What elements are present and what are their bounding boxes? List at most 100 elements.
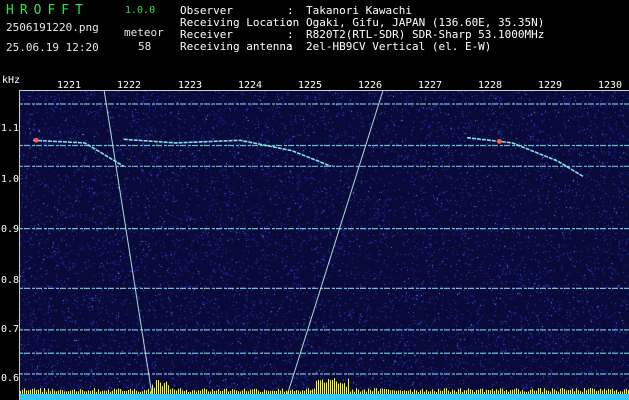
meter-bar: [96, 391, 97, 394]
meter-bar: [572, 388, 573, 394]
meter-bar: [558, 391, 559, 394]
meter-bar: [466, 390, 467, 394]
meter-bar: [470, 389, 471, 394]
meter-bar: [546, 390, 547, 394]
meter-bar: [362, 390, 363, 394]
meter-bar: [338, 383, 339, 394]
meter-bar: [420, 390, 421, 394]
meter-bar: [152, 384, 153, 394]
meteor-trace: [123, 138, 332, 168]
x-tick-label: 1224: [238, 80, 263, 91]
meter-bar: [176, 390, 177, 394]
meter-bar: [528, 391, 529, 394]
meter-bar: [326, 382, 327, 394]
meter-bar: [158, 380, 159, 394]
meter-bar: [520, 391, 521, 394]
meter-bar: [508, 391, 509, 394]
meter-bar: [258, 390, 259, 394]
meter-bar: [310, 390, 311, 394]
meter-bar: [106, 390, 107, 394]
meter-bar: [564, 388, 565, 394]
meter-bar: [334, 378, 335, 394]
meter-bar: [274, 390, 275, 394]
meter-bar: [58, 390, 59, 394]
meter-bar: [602, 390, 603, 394]
receiver-key: Receiver: [180, 28, 233, 41]
meter-bar: [82, 390, 83, 394]
meter-bar: [510, 390, 511, 394]
meter-bar: [538, 388, 539, 394]
meter-bar: [458, 388, 459, 394]
meter-bar: [242, 390, 243, 394]
meter-bar: [626, 388, 627, 394]
meter-bar: [210, 391, 211, 394]
meter-bar: [406, 390, 407, 394]
meter-bar: [390, 390, 391, 394]
meter-bar: [220, 390, 221, 394]
meter-bar: [526, 391, 527, 394]
meter-bar: [28, 390, 29, 394]
meter-bar: [156, 380, 157, 394]
meter-bar: [250, 389, 251, 394]
meter-bar: [384, 388, 385, 394]
meter-bar: [462, 391, 463, 394]
meter-bar: [402, 391, 403, 394]
meter-bar: [168, 385, 169, 394]
antenna-key: Receiving antenna: [180, 40, 293, 53]
meter-bar: [150, 391, 151, 394]
meteor-trace: [466, 136, 585, 178]
meter-bar: [476, 390, 477, 394]
meter-bar: [360, 391, 361, 394]
meter-bar: [136, 390, 137, 394]
meter-bar: [490, 390, 491, 394]
x-tick-label: 1229: [538, 80, 563, 91]
meter-bar: [206, 389, 207, 394]
meter-bar: [270, 391, 271, 394]
meter-bar: [134, 388, 135, 394]
antenna-sep: :: [287, 40, 294, 53]
meter-bar: [584, 388, 585, 394]
meter-bar: [292, 389, 293, 394]
meter-bar: [438, 388, 439, 394]
y-tick-label: 1.1: [1, 123, 20, 134]
meteor-count: 58: [138, 40, 152, 53]
carrier-lines: [20, 103, 629, 375]
app-version: 1.0.0: [125, 5, 156, 16]
meter-bar: [204, 388, 205, 394]
meter-bar: [418, 391, 419, 394]
meter-bar: [424, 391, 425, 394]
meter-bar: [276, 390, 277, 394]
meter-bar: [30, 389, 31, 394]
meter-bar: [22, 389, 23, 394]
meter-bar: [624, 389, 625, 394]
meter-bar: [532, 388, 533, 394]
meter-bar: [578, 390, 579, 394]
meteor-trace: [32, 139, 125, 167]
meter-bar: [116, 389, 117, 394]
meter-bar: [202, 389, 203, 394]
meter-bar: [324, 382, 325, 394]
meter-bar: [256, 388, 257, 394]
meter-bar: [408, 390, 409, 394]
hrofft-screen: HROFFT 1.0.0 2506191220.png 25.06.19 12:…: [0, 0, 629, 400]
meter-bar: [62, 390, 63, 394]
meter-bar: [222, 390, 223, 394]
meter-bar: [454, 390, 455, 394]
meter-bar: [566, 390, 567, 394]
meter-bar: [486, 389, 487, 394]
meter-bar: [298, 390, 299, 394]
meter-bar: [456, 391, 457, 394]
location-sep: :: [287, 16, 294, 29]
meter-bar: [594, 388, 595, 394]
x-tick-label: 1230: [598, 80, 623, 91]
meter-bar: [160, 382, 161, 394]
x-tick-label: 1225: [298, 80, 323, 91]
meter-bar: [482, 388, 483, 394]
meter-bar: [340, 382, 341, 394]
meter-bar: [98, 389, 99, 394]
meter-bar: [54, 390, 55, 394]
antenna-value: 2el-HB9CV Vertical (el. E-W): [306, 40, 492, 53]
meter-bar: [198, 390, 199, 394]
meter-bar: [436, 391, 437, 394]
meter-bar: [588, 389, 589, 394]
